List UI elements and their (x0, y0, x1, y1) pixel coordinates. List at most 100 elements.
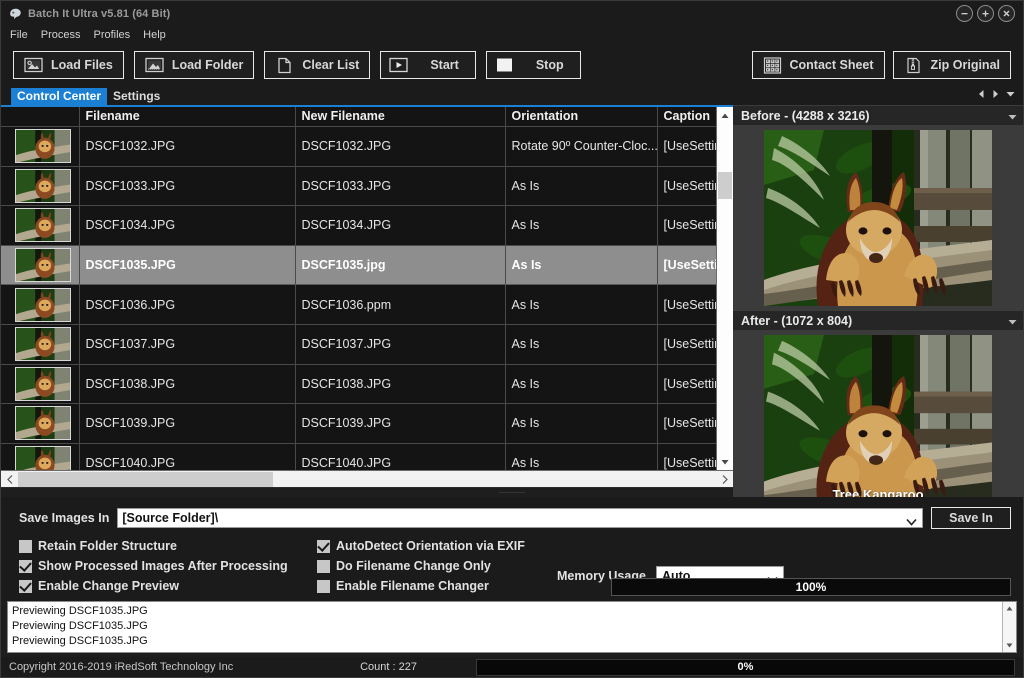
memory-progress-text: 100% (795, 580, 827, 594)
scroll-left-icon[interactable] (1, 471, 18, 488)
load-folder-button[interactable]: Load Folder (133, 51, 255, 79)
column-header-thumbnail[interactable] (1, 107, 80, 127)
table-row[interactable]: DSCF1032.JPG DSCF1032.JPG Rotate 90º Cou… (1, 126, 716, 167)
app-logo-icon (9, 7, 22, 20)
cell-orientation: As Is (505, 403, 658, 444)
horizontal-scroll-track[interactable] (18, 471, 716, 488)
row-thumbnail (1, 166, 80, 207)
column-header-new-filename[interactable]: New Filename (295, 107, 506, 127)
maximize-icon[interactable] (977, 5, 994, 22)
stop-label: Stop (535, 58, 564, 72)
menu-item-file[interactable]: File (9, 29, 29, 41)
table-row[interactable]: DSCF1039.JPG DSCF1039.JPG As Is [UseSett… (1, 403, 716, 444)
overall-progress-text: 0% (737, 661, 754, 673)
log-line: Previewing DSCF1035.JPG (12, 635, 148, 647)
table-row[interactable]: DSCF1035.JPG DSCF1035.jpg As Is [UseSett… (1, 245, 716, 286)
checkbox-box[interactable] (19, 579, 32, 593)
log-scrollbar[interactable] (1002, 602, 1016, 652)
vertical-scroll-thumb[interactable] (718, 172, 732, 199)
load-folder-icon (145, 57, 164, 74)
row-thumbnail (1, 284, 80, 325)
triangle-left-icon[interactable] (978, 85, 985, 103)
triangle-down-icon[interactable] (1006, 85, 1015, 103)
log-scroll-up-icon[interactable] (1003, 602, 1016, 615)
table-row[interactable]: DSCF1038.JPG DSCF1038.JPG As Is [UseSett… (1, 364, 716, 405)
checkbox-autodetect-orientation-exif[interactable]: AutoDetect Orientation via EXIF (317, 539, 549, 553)
scroll-down-icon[interactable] (717, 453, 733, 470)
play-icon (389, 57, 408, 74)
start-button[interactable]: Start (380, 51, 476, 79)
checkbox-box[interactable] (19, 539, 32, 553)
vertical-scroll-track[interactable] (717, 124, 733, 453)
main-content: Filename New Filename Orientation Captio… (1, 105, 1023, 512)
load-files-button[interactable]: Load Files (13, 51, 124, 79)
log-scroll-down-icon[interactable] (1003, 639, 1016, 652)
stop-button[interactable]: Stop (485, 51, 581, 79)
cell-orientation: As Is (505, 443, 658, 470)
load-files-label: Load Files (51, 58, 113, 72)
clear-list-button[interactable]: Clear List (264, 51, 371, 79)
checkbox-box[interactable] (317, 539, 330, 553)
file-list-vertical-scrollbar[interactable] (716, 107, 733, 470)
tab-settings[interactable]: Settings (107, 88, 166, 105)
scroll-up-icon[interactable] (717, 107, 733, 124)
table-row[interactable]: DSCF1040.JPG DSCF1040.JPG As Is [UseSett… (1, 443, 716, 470)
table-row[interactable]: DSCF1034.JPG DSCF1034.JPG As Is [UseSett… (1, 205, 716, 246)
table-row[interactable]: DSCF1033.JPG DSCF1033.JPG As Is [UseSett… (1, 166, 716, 207)
save-path-value: [Source Folder]\ (122, 511, 219, 525)
toolbar-right-group: Contact Sheet Zip Original (744, 51, 1011, 79)
checkbox-box[interactable] (317, 559, 330, 573)
table-row[interactable]: DSCF1037.JPG DSCF1037.JPG As Is [UseSett… (1, 324, 716, 365)
zip-original-label: Zip Original (930, 58, 1000, 72)
before-image[interactable] (764, 130, 992, 306)
table-row[interactable]: DSCF1036.JPG DSCF1036.ppm As Is [UseSett… (1, 284, 716, 325)
checkbox-do-filename-change-only[interactable]: Do Filename Change Only (317, 559, 549, 573)
before-preview-header: Before - (4288 x 3216) (733, 105, 1023, 125)
chevron-down-icon[interactable] (1008, 107, 1017, 125)
row-thumbnail (1, 364, 80, 405)
cell-filename: DSCF1035.JPG (79, 245, 296, 286)
chevron-down-icon[interactable] (906, 513, 917, 531)
chevron-down-icon[interactable] (1008, 312, 1017, 330)
checkbox-show-processed-images[interactable]: Show Processed Images After Processing (19, 559, 317, 573)
cell-filename: DSCF1037.JPG (79, 324, 296, 365)
cell-caption: [UseSettin (657, 284, 716, 325)
log-panel[interactable]: Previewing DSCF1035.JPG Previewing DSCF1… (7, 601, 1017, 653)
menu-item-profiles[interactable]: Profiles (92, 29, 131, 41)
contact-sheet-button[interactable]: Contact Sheet (751, 51, 885, 79)
load-folder-label: Load Folder (171, 58, 244, 72)
horizontal-scroll-thumb[interactable] (18, 471, 273, 487)
checkbox-box[interactable] (19, 559, 32, 573)
checkbox-enable-filename-changer[interactable]: Enable Filename Changer (317, 579, 549, 593)
checkbox-retain-folder-structure[interactable]: Retain Folder Structure (19, 539, 317, 553)
zip-original-button[interactable]: Zip Original (892, 51, 1011, 79)
cell-caption: [UseSettin (657, 443, 716, 470)
checkbox-box[interactable] (317, 579, 330, 593)
checkbox-enable-change-preview[interactable]: Enable Change Preview (19, 579, 317, 593)
scroll-right-icon[interactable] (716, 471, 733, 488)
before-preview-title: Before - (4288 x 3216) (741, 108, 870, 123)
options-checkbox-column-right: AutoDetect Orientation via EXIF Do Filen… (317, 539, 549, 593)
save-in-button[interactable]: Save In (931, 507, 1011, 529)
after-preview-title: After - (1072 x 804) (741, 313, 853, 328)
start-label: Start (430, 58, 459, 72)
menu-item-help[interactable]: Help (142, 29, 167, 41)
menu-item-process[interactable]: Process (40, 29, 82, 41)
tab-control-center[interactable]: Control Center (11, 88, 107, 105)
cell-filename: DSCF1033.JPG (79, 166, 296, 207)
save-images-in-label: Save Images In (19, 511, 110, 525)
copyright-text: Copyright 2016-2019 iRedSoft Technology … (9, 661, 234, 673)
file-list-table: Filename New Filename Orientation Captio… (1, 107, 716, 470)
column-header-orientation[interactable]: Orientation (505, 107, 658, 127)
before-image-frame (733, 125, 1023, 310)
file-list-horizontal-scrollbar[interactable] (1, 470, 733, 487)
log-text-area: Previewing DSCF1035.JPG Previewing DSCF1… (8, 602, 1002, 652)
triangle-right-icon[interactable] (992, 85, 999, 103)
minimize-icon[interactable] (956, 5, 973, 22)
close-icon[interactable] (998, 5, 1015, 22)
after-image[interactable]: Tree Kangaroo (764, 335, 992, 507)
column-header-filename[interactable]: Filename (79, 107, 296, 127)
cell-caption: [UseSettin (657, 126, 716, 167)
column-header-caption[interactable]: Caption (657, 107, 716, 127)
save-path-combo[interactable]: [Source Folder]\ (117, 508, 923, 528)
